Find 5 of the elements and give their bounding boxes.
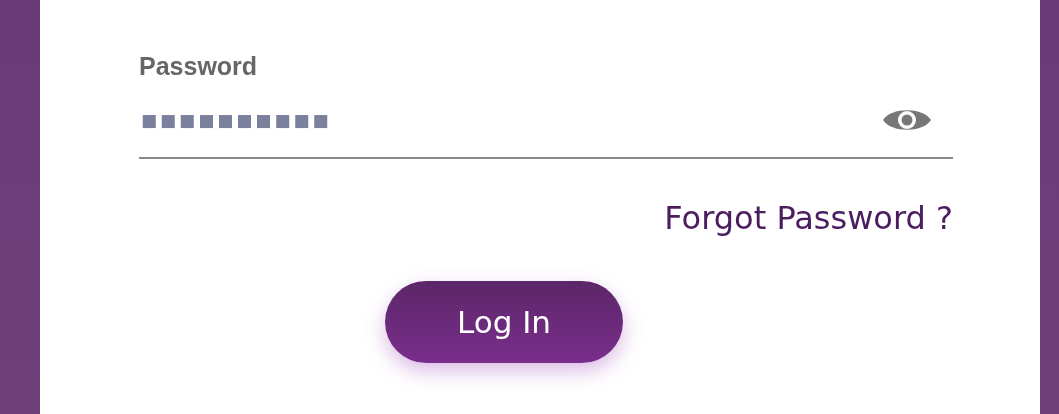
password-field[interactable]: ■■■■■■■■■■: [139, 103, 953, 159]
forgot-password-link[interactable]: Forgot Password ?: [664, 199, 953, 237]
field-label: Password: [139, 52, 258, 81]
login-button[interactable]: Log In: [385, 281, 623, 363]
masked-password: ■■■■■■■■■■: [141, 110, 332, 130]
